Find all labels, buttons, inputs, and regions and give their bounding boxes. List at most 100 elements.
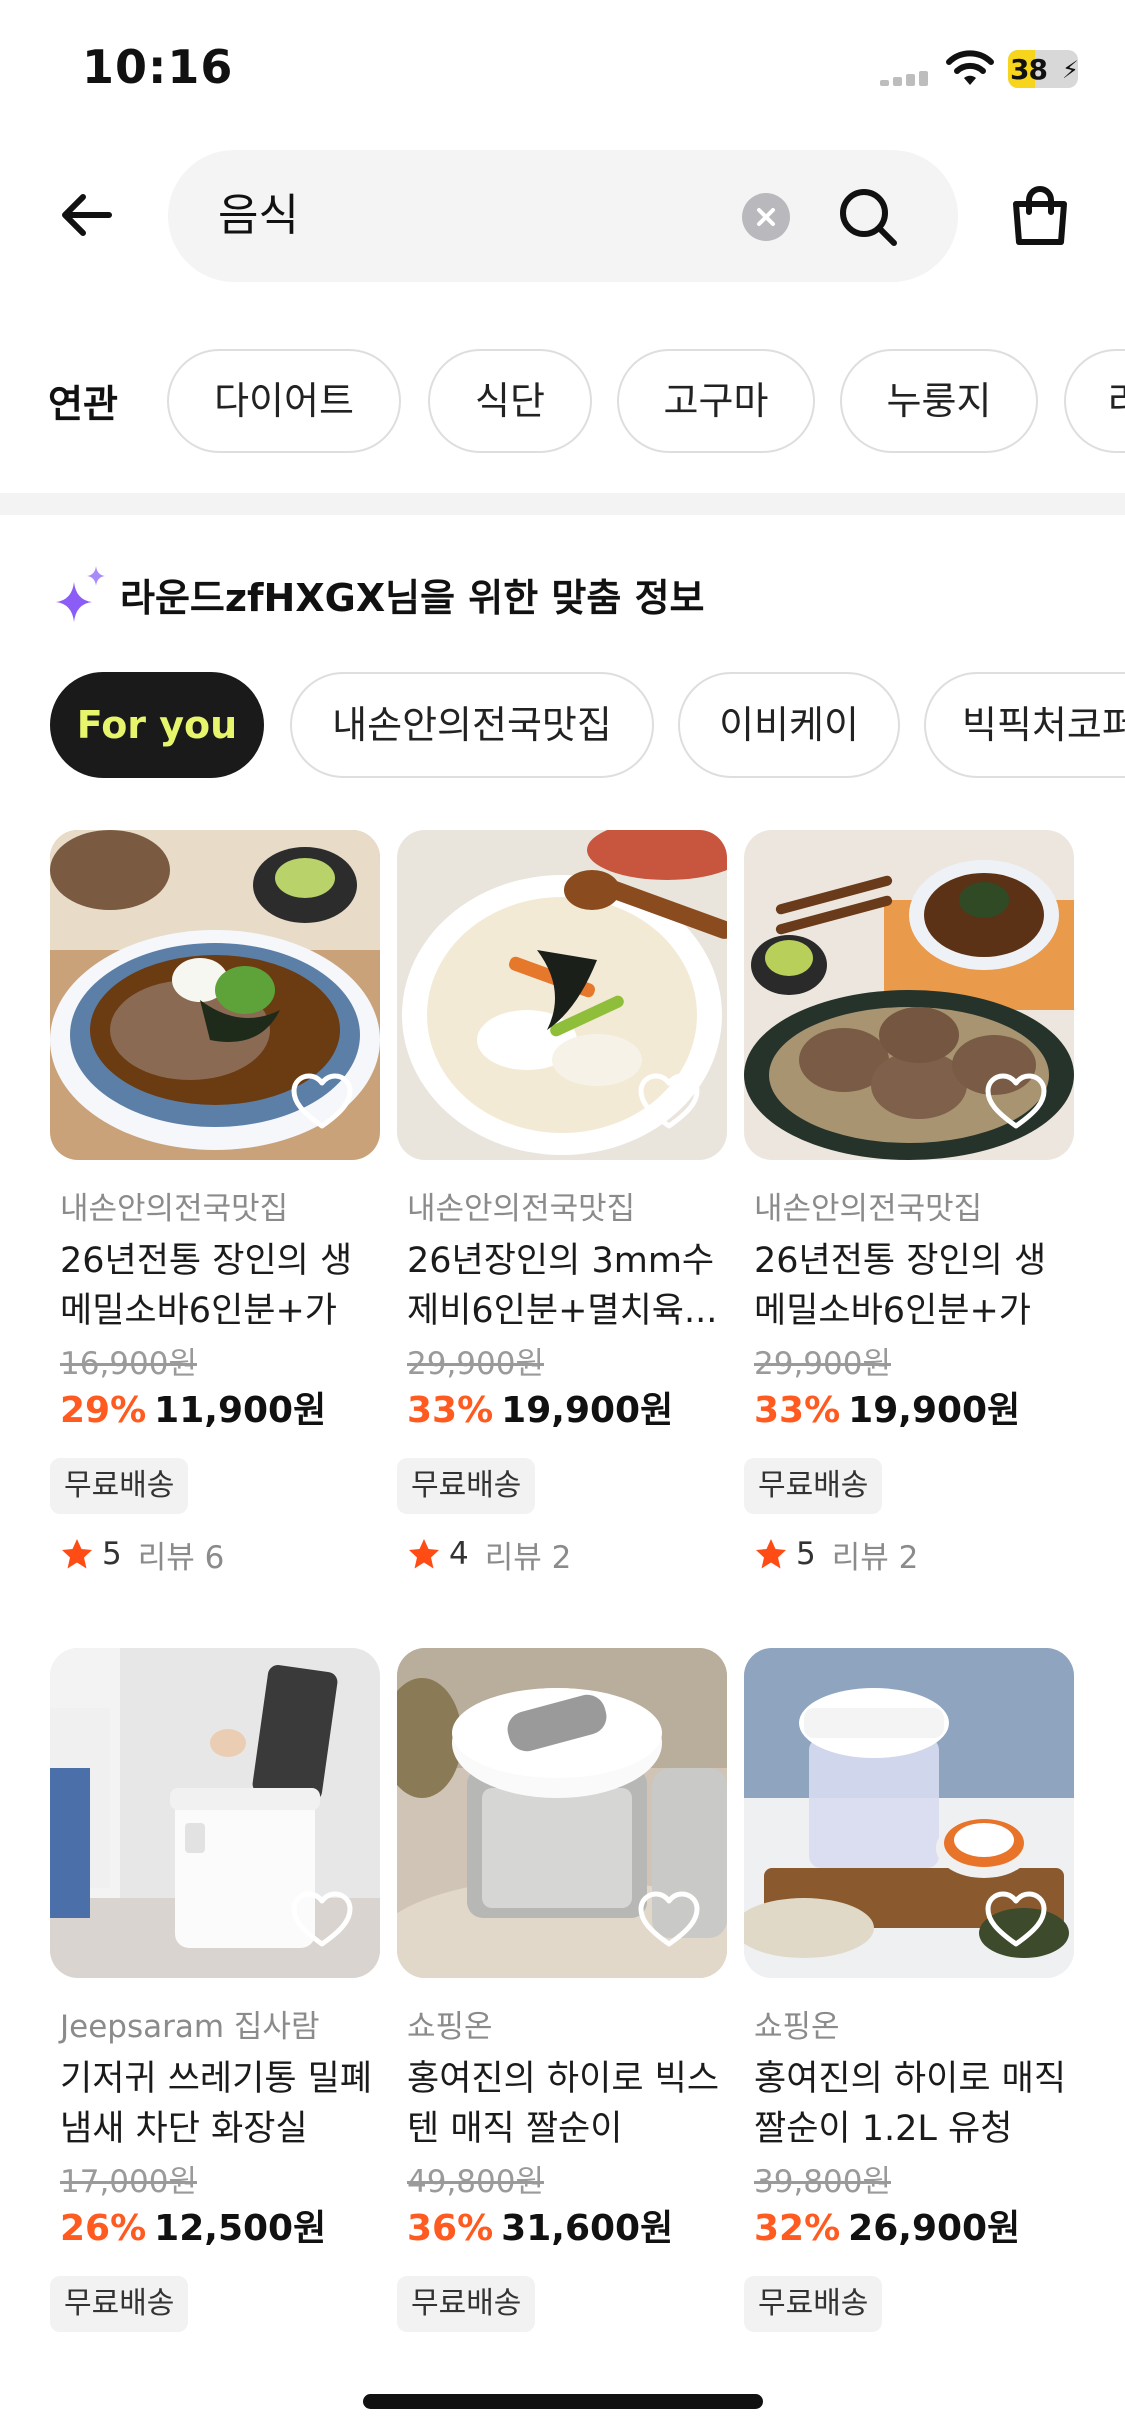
product-image[interactable] bbox=[50, 1648, 380, 1978]
wifi-icon bbox=[946, 50, 994, 85]
product-card[interactable]: 내손안의전국맛집 26년전통 장인의 생메밀소바6인분+가쓰... 16,900… bbox=[50, 830, 380, 1576]
product-card[interactable]: 내손안의전국맛집 26년전통 장인의 생메밀소바6인분+가쓰... 29,900… bbox=[744, 830, 1074, 1576]
product-seller: 내손안의전국맛집 bbox=[60, 1191, 289, 1227]
free-shipping-badge: 무료배송 bbox=[397, 1458, 536, 1514]
filter-chip[interactable]: 빅픽처코퍼 bbox=[924, 672, 1125, 778]
status-bar: 10:16 38 ⚡ bbox=[0, 0, 1125, 140]
product-image[interactable] bbox=[744, 830, 1074, 1160]
review-count: 리뷰 2 bbox=[831, 1539, 919, 1576]
product-name[interactable]: 홍여진의 하이로 매직 짤순이 1.2L 유청분... bbox=[744, 2054, 1074, 2154]
related-chip[interactable]: 누룽지 bbox=[840, 349, 1038, 453]
product-name[interactable]: 홍여진의 하이로 빅스텐 매직 짤순이 2.4L... bbox=[397, 2054, 727, 2154]
product-rating: 5 리뷰 6 bbox=[50, 1532, 380, 1576]
free-shipping-badge: 무료배송 bbox=[744, 1458, 883, 1514]
recommendation-title: 라운드zfHXGX님을 위한 맞춤 정보 bbox=[120, 575, 705, 620]
close-icon bbox=[757, 208, 775, 226]
product-price-row: 33% 19,900원 bbox=[744, 1386, 1074, 1436]
product-card[interactable]: 내손안의전국맛집 26년장인의 3mm수제비6인분+멸치육... 29,900원… bbox=[397, 830, 727, 1576]
recommendation-header: 라운드zfHXGX님을 위한 맞춤 정보 bbox=[52, 562, 705, 626]
battery-icon: 38 ⚡ bbox=[1008, 50, 1078, 88]
product-price-row: 33% 19,900원 bbox=[397, 1386, 727, 1436]
product-rating: 5 리뷰 2 bbox=[744, 1532, 1074, 1576]
product-rating: 4 리뷰 2 bbox=[397, 1532, 727, 1576]
search-icon bbox=[840, 189, 897, 246]
product-seller: Jeepsaram 집사람 bbox=[60, 2009, 320, 2045]
related-chip[interactable]: 식단 bbox=[428, 349, 592, 453]
star-icon bbox=[756, 1539, 786, 1569]
rating-value: 4 bbox=[449, 1536, 469, 1572]
product-price: 26,900원 bbox=[848, 2208, 1021, 2249]
related-chip[interactable]: 고구마 bbox=[617, 349, 815, 453]
product-price: 19,900원 bbox=[501, 1390, 674, 1431]
heart-icon[interactable] bbox=[984, 1072, 1048, 1132]
back-button[interactable] bbox=[50, 180, 120, 250]
filter-chip-for-you[interactable]: For you bbox=[50, 672, 264, 778]
review-count: 리뷰 2 bbox=[484, 1539, 572, 1576]
product-discount: 32% bbox=[754, 2208, 841, 2249]
free-shipping-badge: 무료배송 bbox=[50, 1458, 189, 1514]
product-price-row: 29% 11,900원 bbox=[50, 1386, 380, 1436]
battery-percent: 38 bbox=[1010, 53, 1048, 86]
rating-value: 5 bbox=[796, 1536, 816, 1572]
product-discount: 33% bbox=[754, 1390, 841, 1431]
product-image[interactable] bbox=[397, 830, 727, 1160]
free-shipping-badge: 무료배송 bbox=[397, 2276, 536, 2332]
product-name[interactable]: 26년장인의 3mm수제비6인분+멸치육... bbox=[397, 1236, 727, 1336]
clear-search-button[interactable] bbox=[742, 193, 790, 241]
free-shipping-badge: 무료배송 bbox=[744, 2276, 883, 2332]
product-image[interactable] bbox=[397, 1648, 727, 1978]
product-card[interactable]: Jeepsaram 집사람 기저귀 쓰레기통 밀폐 냄새 차단 화장실 음...… bbox=[50, 1648, 380, 2332]
product-price-row: 36% 31,600원 bbox=[397, 2204, 727, 2254]
product-seller: 내손안의전국맛집 bbox=[754, 1191, 983, 1227]
heart-icon[interactable] bbox=[637, 1890, 701, 1950]
shopping-bag-icon bbox=[1013, 186, 1067, 245]
product-seller: 쇼핑온 bbox=[407, 2009, 493, 2045]
product-price: 31,600원 bbox=[501, 2208, 674, 2249]
product-original-price: 39,800원 bbox=[754, 2164, 891, 2200]
cart-button[interactable] bbox=[1002, 178, 1078, 254]
star-icon bbox=[409, 1539, 439, 1569]
search-input[interactable]: 음식 bbox=[218, 150, 299, 282]
product-image[interactable] bbox=[744, 1648, 1074, 1978]
cellular-signal-icon bbox=[880, 70, 932, 86]
review-count: 리뷰 6 bbox=[137, 1539, 225, 1576]
product-price: 11,900원 bbox=[154, 1390, 327, 1431]
sparkle-icon bbox=[56, 566, 105, 622]
star-icon bbox=[62, 1539, 92, 1569]
heart-icon[interactable] bbox=[984, 1890, 1048, 1950]
heart-icon[interactable] bbox=[290, 1890, 354, 1950]
heart-icon[interactable] bbox=[290, 1072, 354, 1132]
related-chip[interactable]: 다이어트 bbox=[167, 349, 401, 453]
product-price-row: 26% 12,500원 bbox=[50, 2204, 380, 2254]
product-name[interactable]: 기저귀 쓰레기통 밀폐 냄새 차단 화장실 음... bbox=[50, 2054, 380, 2154]
product-seller: 내손안의전국맛집 bbox=[407, 1191, 636, 1227]
product-original-price: 49,800원 bbox=[407, 2164, 544, 2200]
product-original-price: 29,900원 bbox=[407, 1346, 544, 1382]
recommendation-filters: For you 내손안의전국맛집 이비케이 빅픽처코퍼 bbox=[0, 672, 1125, 780]
product-original-price: 16,900원 bbox=[60, 1346, 197, 1382]
product-original-price: 17,000원 bbox=[60, 2164, 197, 2200]
product-discount: 26% bbox=[60, 2208, 147, 2249]
search-button[interactable] bbox=[833, 182, 903, 252]
related-chip[interactable]: 라 bbox=[1064, 349, 1125, 453]
heart-icon[interactable] bbox=[637, 1072, 701, 1132]
filter-chip[interactable]: 내손안의전국맛집 bbox=[290, 672, 654, 778]
product-card[interactable]: 쇼핑온 홍여진의 하이로 빅스텐 매직 짤순이 2.4L... 49,800원 … bbox=[397, 1648, 727, 2332]
rating-value: 5 bbox=[102, 1536, 122, 1572]
search-bar[interactable]: 음식 bbox=[168, 150, 958, 282]
product-image[interactable] bbox=[50, 830, 380, 1160]
product-seller: 쇼핑온 bbox=[754, 2009, 840, 2045]
filter-chip[interactable]: 이비케이 bbox=[678, 672, 900, 778]
product-name[interactable]: 26년전통 장인의 생메밀소바6인분+가쓰... bbox=[744, 1236, 1074, 1336]
related-keywords: 연관 다이어트 식단 고구마 누룽지 라 bbox=[0, 345, 1125, 457]
product-price-row: 32% 26,900원 bbox=[744, 2204, 1074, 2254]
product-card[interactable]: 쇼핑온 홍여진의 하이로 매직 짤순이 1.2L 유청분... 39,800원 … bbox=[744, 1648, 1074, 2332]
product-discount: 29% bbox=[60, 1390, 147, 1431]
section-divider bbox=[0, 493, 1125, 515]
product-discount: 33% bbox=[407, 1390, 494, 1431]
product-discount: 36% bbox=[407, 2208, 494, 2249]
home-indicator[interactable] bbox=[363, 2394, 763, 2409]
product-name[interactable]: 26년전통 장인의 생메밀소바6인분+가쓰... bbox=[50, 1236, 380, 1336]
charging-bolt-icon: ⚡ bbox=[1062, 56, 1078, 84]
arrow-left-icon bbox=[62, 194, 112, 236]
